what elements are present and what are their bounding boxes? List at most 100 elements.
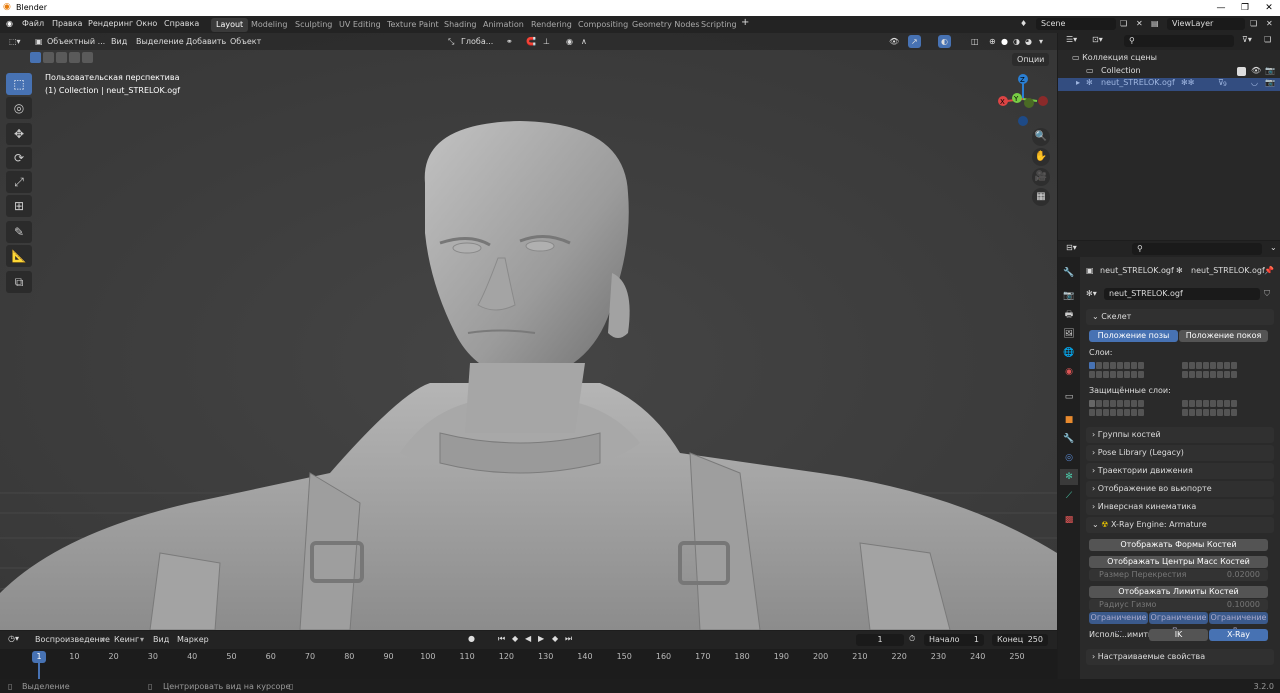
- expand-arrow-icon[interactable]: ▸: [1076, 78, 1080, 87]
- collection-tab-icon[interactable]: ▭: [1060, 389, 1078, 405]
- bone-layers-grid[interactable]: [1089, 362, 1269, 380]
- section-motion-paths[interactable]: › Траектории движения: [1086, 463, 1274, 479]
- fake-user-shield-icon[interactable]: ⛉: [1264, 289, 1270, 299]
- outliner-editor-type-icon[interactable]: ☰▾: [1066, 35, 1077, 44]
- object-tab-icon[interactable]: ■: [1060, 412, 1078, 428]
- scale-tool-icon[interactable]: ⤢: [6, 171, 32, 193]
- output-tab-icon[interactable]: 🖶: [1060, 307, 1078, 323]
- exclude-checkbox[interactable]: [1237, 67, 1246, 76]
- timeline-view-menu[interactable]: Вид: [153, 635, 169, 644]
- tab-sculpting[interactable]: Sculpting: [290, 18, 337, 32]
- editor-type-icon[interactable]: ⬚▾: [6, 35, 24, 48]
- select-extend-icon[interactable]: [43, 52, 54, 63]
- playback-menu[interactable]: Воспроизведение: [35, 635, 110, 644]
- tab-uv-editing[interactable]: UV Editing: [334, 18, 386, 32]
- scene-collection-row[interactable]: ▭ Коллекция сцены: [1072, 53, 1157, 62]
- visibility-icon[interactable]: 👁: [886, 35, 902, 48]
- menu-window[interactable]: Окно: [136, 19, 157, 28]
- orientation-selector[interactable]: Глоба...: [458, 35, 496, 48]
- menu-select[interactable]: Выделение: [133, 35, 187, 48]
- tab-compositing[interactable]: Compositing: [573, 18, 633, 32]
- tab-texture-paint[interactable]: Texture Paint: [382, 18, 444, 32]
- object-row-selected[interactable]: ▸ ✻ neut_STRELOK.ogf ✻✻ ⊽ 9 ◡ 📷: [1058, 78, 1280, 91]
- delete-viewlayer-icon[interactable]: ✕: [1266, 19, 1273, 28]
- next-keyframe-icon[interactable]: ◆: [552, 634, 558, 643]
- pan-hand-icon[interactable]: ✋: [1032, 148, 1050, 166]
- ik-button[interactable]: IK: [1149, 629, 1208, 641]
- zoom-icon[interactable]: 🔍: [1032, 128, 1050, 146]
- tab-modeling[interactable]: Modeling: [246, 18, 292, 32]
- section-skeleton[interactable]: ⌄ Скелет: [1086, 309, 1274, 325]
- display-mode-icon[interactable]: ⊡▾: [1092, 35, 1103, 44]
- new-collection-icon[interactable]: ❏: [1264, 35, 1271, 44]
- blender-menu-icon[interactable]: ◉: [6, 19, 13, 28]
- record-icon[interactable]: ●: [468, 634, 475, 643]
- menu-help[interactable]: Справка: [164, 19, 199, 28]
- maximize-button[interactable]: ❐: [1234, 0, 1256, 16]
- menu-view[interactable]: Вид: [108, 35, 130, 48]
- render-tab-icon[interactable]: 📷: [1060, 288, 1078, 304]
- object-visibility-icon[interactable]: ◡: [1251, 78, 1258, 87]
- current-frame-field[interactable]: 1: [856, 634, 904, 646]
- start-frame-field[interactable]: Начало 1: [924, 634, 984, 646]
- physics-tab-icon[interactable]: ◎: [1060, 450, 1078, 466]
- snap-target-icon[interactable]: ⊥: [540, 35, 553, 48]
- preview-range-icon[interactable]: ⏱: [909, 634, 915, 644]
- filter-icon[interactable]: ⊽▾: [1242, 35, 1252, 44]
- outliner-search-input[interactable]: ⚲: [1124, 35, 1234, 47]
- minimize-button[interactable]: —: [1210, 0, 1232, 16]
- new-viewlayer-icon[interactable]: ❏: [1250, 19, 1257, 28]
- section-viewport-display[interactable]: › Отображение во вьюпорте: [1086, 481, 1274, 497]
- eye-icon[interactable]: 👁: [1251, 66, 1261, 75]
- properties-search-input[interactable]: ⚲: [1132, 243, 1262, 255]
- armature-data-name-field[interactable]: neut_STRELOK.ogf: [1104, 288, 1260, 300]
- show-bone-limits-button[interactable]: Отображать Лимиты Костей: [1089, 586, 1268, 598]
- menu-render[interactable]: Рендеринг: [88, 19, 133, 28]
- modifier-tab-icon[interactable]: 🔧: [1060, 431, 1078, 447]
- view-layer-tab-icon[interactable]: 🖼: [1060, 326, 1078, 342]
- scene-selector[interactable]: Scene: [1036, 18, 1116, 30]
- mode-selector[interactable]: Объектный ...: [44, 35, 108, 48]
- properties-editor-type-icon[interactable]: ⊟▾: [1066, 243, 1077, 252]
- pivot-icon[interactable]: ⚭: [503, 35, 516, 48]
- transform-tool-icon[interactable]: ⊞: [6, 195, 32, 217]
- tab-layout[interactable]: Layout: [211, 18, 249, 32]
- end-frame-field[interactable]: Конец 250: [992, 634, 1048, 646]
- xray-toggle-icon[interactable]: ◫: [968, 35, 982, 48]
- add-cube-tool-icon[interactable]: ⧉: [6, 271, 32, 293]
- timeline-editor-type-icon[interactable]: ◷▾: [8, 634, 19, 643]
- gizmo-radius-field[interactable]: Радиус Гизмо 0.10000: [1089, 599, 1268, 611]
- scene-icon[interactable]: ♦: [1020, 19, 1027, 28]
- protected-layers-grid[interactable]: [1089, 400, 1269, 418]
- menu-file[interactable]: Файл: [22, 19, 44, 28]
- viewlayer-selector[interactable]: ViewLayer: [1167, 18, 1245, 30]
- limit-button-2[interactable]: Ограничение п...: [1149, 612, 1208, 634]
- tool-tab-icon[interactable]: 🔧: [1060, 265, 1078, 281]
- options-button[interactable]: Опции: [1012, 53, 1050, 66]
- prev-keyframe-icon[interactable]: ◆: [512, 634, 518, 643]
- measure-tool-icon[interactable]: 📐: [6, 245, 32, 267]
- overlays-toggle-icon[interactable]: ◐: [938, 35, 951, 48]
- render-camera-icon[interactable]: 📷: [1265, 66, 1275, 75]
- menu-add[interactable]: Добавить: [183, 35, 229, 48]
- keying-menu[interactable]: Кеинг: [114, 635, 139, 644]
- section-custom-properties[interactable]: › Настраиваемые свойства: [1086, 649, 1274, 665]
- jump-start-icon[interactable]: ⏮: [498, 634, 505, 644]
- section-pose-library[interactable]: › Pose Library (Legacy): [1086, 445, 1274, 461]
- select-box-tool-icon[interactable]: ⬚: [6, 73, 32, 95]
- world-tab-icon[interactable]: ◉: [1060, 364, 1078, 380]
- properties-options-icon[interactable]: ⌄: [1270, 243, 1277, 252]
- scene-tab-icon[interactable]: 🌐: [1060, 345, 1078, 361]
- tab-scripting[interactable]: Scripting: [696, 18, 742, 32]
- jump-end-icon[interactable]: ⏭: [565, 634, 572, 644]
- new-scene-icon[interactable]: ❏: [1120, 19, 1127, 28]
- proportional-edit-icon[interactable]: ◉: [563, 35, 576, 48]
- keying-dropdown-icon[interactable]: ▾: [140, 635, 144, 644]
- object-render-icon[interactable]: 📷: [1265, 78, 1275, 87]
- bone-tab-icon[interactable]: ⟋: [1060, 488, 1078, 504]
- select-subtract-icon[interactable]: [56, 52, 67, 63]
- select-intersect-icon[interactable]: [82, 52, 93, 63]
- ortho-grid-icon[interactable]: ▦: [1032, 188, 1050, 206]
- select-new-icon[interactable]: [30, 52, 41, 63]
- 3d-viewport[interactable]: ⬚▾ ▣ Объектный ... Вид Выделение Добавит…: [0, 33, 1057, 630]
